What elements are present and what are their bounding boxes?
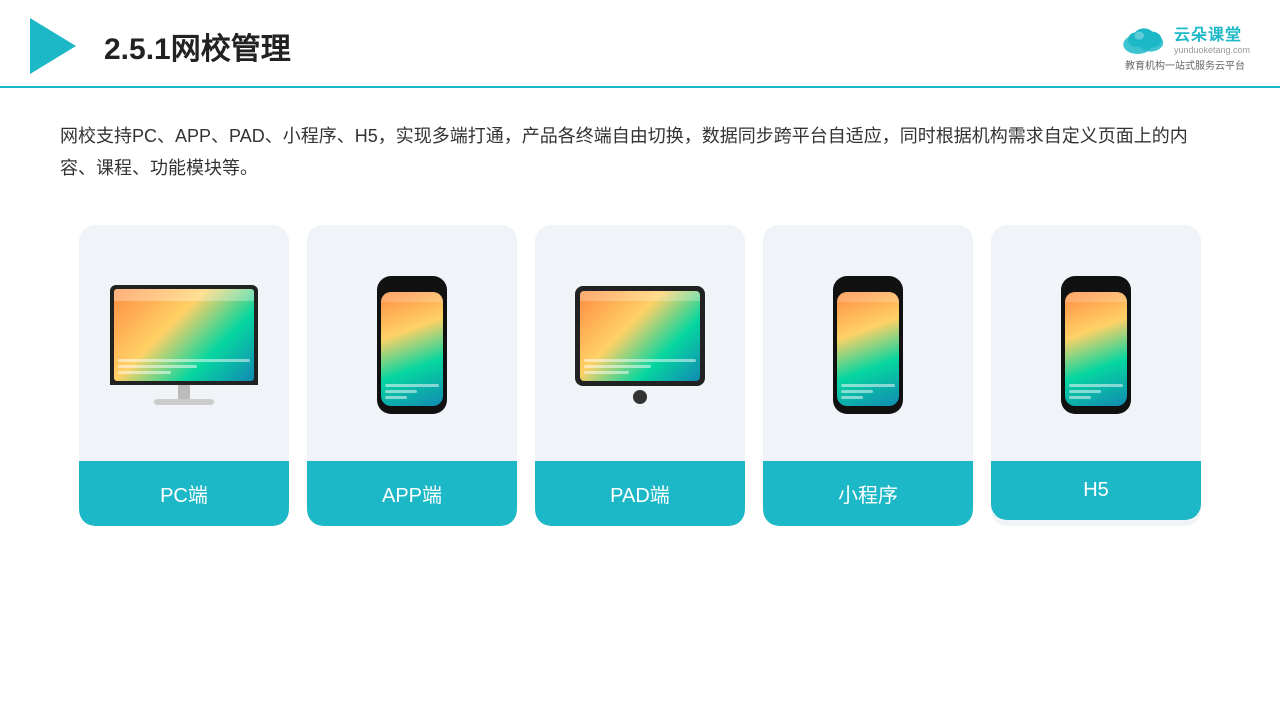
card-mini-label: 小程序 — [763, 461, 973, 526]
description: 网校支持PC、APP、PAD、小程序、H5，实现多端打通，产品各终端自由切换，数… — [0, 88, 1280, 205]
description-text: 网校支持PC、APP、PAD、小程序、H5，实现多端打通，产品各终端自由切换，数… — [60, 120, 1220, 185]
cards-container: PC端 APP端 — [0, 205, 1280, 526]
card-pc: PC端 — [79, 225, 289, 526]
card-pc-image — [79, 245, 289, 445]
card-h5: H5 — [991, 225, 1201, 526]
cloud-icon — [1120, 22, 1168, 54]
card-app: APP端 — [307, 225, 517, 526]
page-title: 2.5.1网校管理 — [104, 24, 291, 68]
card-pad-label: PAD端 — [535, 461, 745, 526]
card-h5-label: H5 — [991, 461, 1201, 520]
tablet-illustration — [575, 286, 705, 404]
card-pc-label: PC端 — [79, 461, 289, 526]
header: 2.5.1网校管理 云朵课堂 yunduoketang.com 教育机构一站式服… — [0, 0, 1280, 88]
play-icon — [30, 18, 76, 74]
brand-name: 云朵课堂 yunduoketang.com — [1174, 21, 1250, 55]
phone-mini-illustration — [833, 276, 903, 414]
monitor-illustration — [110, 285, 258, 405]
card-mini-image — [763, 245, 973, 445]
phone-h5-illustration — [1061, 276, 1131, 414]
brand-icon: 云朵课堂 yunduoketang.com — [1120, 21, 1250, 55]
card-h5-image — [991, 245, 1201, 445]
card-pad: PAD端 — [535, 225, 745, 526]
brand-tagline: 教育机构一站式服务云平台 — [1125, 57, 1245, 72]
phone-illustration — [377, 276, 447, 414]
card-app-image — [307, 245, 517, 445]
header-left: 2.5.1网校管理 — [30, 18, 291, 74]
card-mini: 小程序 — [763, 225, 973, 526]
brand-logo: 云朵课堂 yunduoketang.com 教育机构一站式服务云平台 — [1120, 21, 1250, 72]
card-app-label: APP端 — [307, 461, 517, 526]
card-pad-image — [535, 245, 745, 445]
